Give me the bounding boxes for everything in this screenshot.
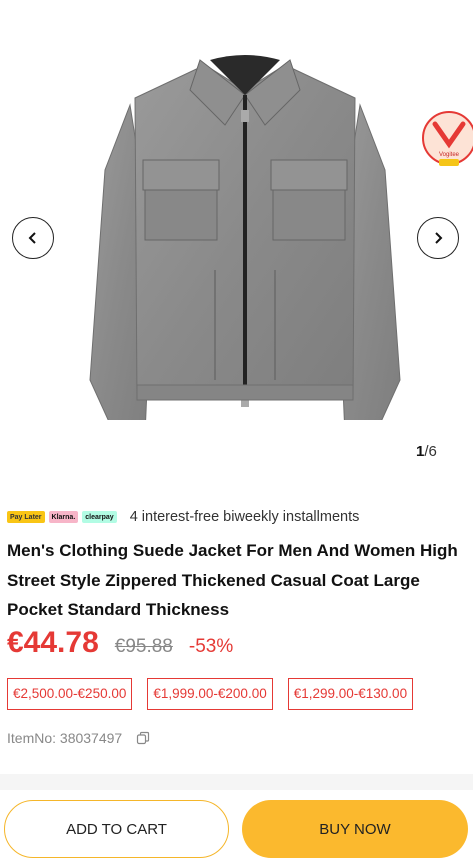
product-title: Men's Clothing Suede Jacket For Men And … <box>7 541 458 619</box>
price-row: €44.78 €95.88 -53% <box>7 626 233 660</box>
promo-badge[interactable]: Vogitee <box>421 110 473 170</box>
coupon-item[interactable]: €1,299.00-€130.00 <box>287 678 414 710</box>
klarna-logo: Klarna. <box>48 511 79 523</box>
image-counter: 1/6 <box>416 443 437 460</box>
item-number: ItemNo: 38037497 <box>7 730 123 746</box>
current-price: €44.78 <box>7 626 99 659</box>
installments-text: 4 interest-free biweekly installments <box>129 509 360 525</box>
installments-row[interactable]: Pay Later Klarna. clearpay 4 interest-fr… <box>7 507 359 527</box>
next-image-button[interactable] <box>417 217 459 259</box>
badge-text: Vogitee <box>439 152 460 158</box>
prev-image-button[interactable] <box>12 217 54 259</box>
add-to-cart-button[interactable]: ADD TO CART <box>4 800 229 858</box>
chevron-right-icon <box>435 232 443 244</box>
chevron-left-icon <box>28 232 36 244</box>
buy-now-button[interactable]: BUY NOW <box>242 800 468 858</box>
original-price: €95.88 <box>114 636 173 657</box>
clearpay-logo: clearpay <box>82 511 117 523</box>
product-gallery[interactable]: Vogitee 1/6 <box>0 0 473 470</box>
action-bar: ADD TO CART BUY NOW <box>0 790 473 865</box>
coupon-item[interactable]: €2,500.00-€250.00 <box>7 678 133 710</box>
discount-badge: -53% <box>188 636 234 657</box>
item-number-row: ItemNo: 38037497 <box>7 730 150 746</box>
counter-total: /6 <box>424 443 437 460</box>
section-divider <box>0 774 473 790</box>
copy-icon[interactable] <box>136 731 150 745</box>
product-image <box>89 55 401 420</box>
paylater-logo: Pay Later <box>7 511 45 523</box>
coupon-list: €2,500.00-€250.00 €1,999.00-€200.00 €1,2… <box>7 678 428 710</box>
coupon-item[interactable]: €1,999.00-€200.00 <box>147 678 273 710</box>
